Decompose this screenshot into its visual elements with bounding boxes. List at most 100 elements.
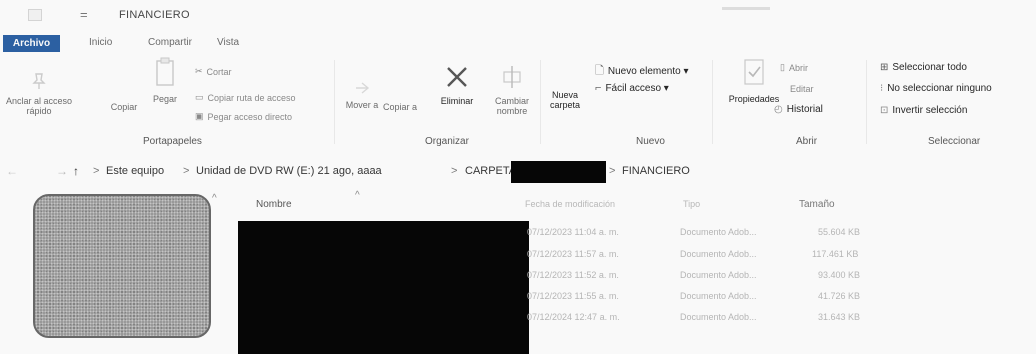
navigation-pane-obscured xyxy=(33,194,211,338)
delete-button[interactable]: Eliminar xyxy=(431,64,483,106)
sort-up-icon: ^ xyxy=(212,193,217,204)
paste-shortcut-label: Pegar acceso directo xyxy=(207,111,293,122)
back-arrow-icon[interactable]: ← xyxy=(6,164,18,178)
invert-selection-label: Invertir selección xyxy=(892,105,968,116)
new-item-button[interactable]: 🗋 Nuevo elemento ▾ xyxy=(595,62,688,81)
new-folder-button[interactable]: Nueva carpeta xyxy=(545,90,585,110)
ribbon: Anclar al acceso rápido Copiar Pegar ✂ Co… xyxy=(0,56,1036,150)
select-none-icon: ⁝ xyxy=(880,83,884,94)
easy-access-label: Fácil acceso ▾ xyxy=(605,82,669,94)
cut-button[interactable]: ✂ Cortar xyxy=(195,66,232,77)
ribbon-tabs: Archivo Inicio Compartir Vista xyxy=(0,33,1036,55)
easy-access-icon: ⌐ xyxy=(595,82,602,94)
clipboard-icon xyxy=(156,57,174,86)
open-button[interactable]: ▯ Abrir xyxy=(780,62,808,73)
open-label: Abrir xyxy=(788,62,808,73)
group-divider xyxy=(866,60,867,144)
cut-label: Cortar xyxy=(206,66,232,77)
copy-to-label: Copiar a xyxy=(382,102,418,112)
row-type: Documento Adob... xyxy=(680,270,757,280)
pin-icon xyxy=(32,73,46,89)
move-to-icon xyxy=(356,82,370,94)
address-bar[interactable]: ← → ↑ > Este equipo > Unidad de DVD RW (… xyxy=(0,158,1036,184)
history-label: Historial xyxy=(786,104,823,115)
row-date: 07/12/2023 11:04 a. m. xyxy=(527,227,619,237)
copy-path-icon: ▭ xyxy=(195,92,204,102)
select-none-button[interactable]: ⁝ No seleccionar ninguno xyxy=(880,83,992,94)
folder-icon[interactable] xyxy=(28,9,42,21)
group-divider xyxy=(540,60,541,144)
row-type: Documento Adob... xyxy=(680,227,757,237)
edit-button[interactable]: Editar xyxy=(790,84,814,94)
scissors-icon: ✂ xyxy=(195,66,203,76)
tab-archivo[interactable]: Archivo xyxy=(3,35,60,52)
row-size: 55.604 KB xyxy=(818,227,861,237)
copy-to-button[interactable]: Copiar a xyxy=(380,102,420,112)
invert-selection-icon: ⊡ xyxy=(880,105,889,116)
quick-access-dropdown[interactable]: = xyxy=(80,7,88,22)
delete-label: Eliminar xyxy=(440,96,474,106)
copy-path-label: Copiar ruta de acceso xyxy=(207,92,296,103)
breadcrumb-financiero[interactable]: FINANCIERO xyxy=(622,165,690,177)
row-type: Documento Adob... xyxy=(680,312,757,322)
sort-caret-icon: ^ xyxy=(355,190,360,201)
paste-shortcut-icon: ▣ xyxy=(195,111,204,121)
move-to-button[interactable]: Mover a xyxy=(341,82,383,110)
row-type: Documento Adob... xyxy=(680,291,757,301)
paste-button[interactable]: Pegar xyxy=(144,56,186,104)
new-item-label: Nuevo elemento ▾ xyxy=(607,66,689,77)
select-all-button[interactable]: ⊞ Seleccionar todo xyxy=(880,62,967,73)
group-divider xyxy=(712,60,713,144)
breadcrumb-carpeta[interactable]: CARPETA xyxy=(465,165,516,177)
paste-shortcut-button[interactable]: ▣ Pegar acceso directo xyxy=(195,111,292,122)
copy-path-button[interactable]: ▭ Copiar ruta de acceso xyxy=(195,92,296,103)
row-date: 07/12/2023 11:57 a. m. xyxy=(527,249,619,259)
row-date: 07/12/2023 11:55 a. m. xyxy=(527,291,619,301)
row-size: 41.726 KB xyxy=(818,291,861,301)
properties-check-icon xyxy=(744,59,764,85)
group-label-seleccionar: Seleccionar xyxy=(928,136,981,147)
tab-vista[interactable]: Vista xyxy=(217,37,239,48)
easy-access-button[interactable]: ⌐ Fácil acceso ▾ xyxy=(595,82,669,94)
column-header-nombre[interactable]: Nombre xyxy=(256,199,292,210)
tab-compartir[interactable]: Compartir xyxy=(148,37,192,48)
breadcrumb-este-equipo[interactable]: Este equipo xyxy=(106,165,164,177)
rename-icon xyxy=(503,66,521,88)
copy-label: Copiar xyxy=(110,102,138,112)
properties-label: Propiedades xyxy=(728,94,780,104)
column-header-tamano[interactable]: Tamaño xyxy=(799,199,835,210)
redaction-block xyxy=(511,161,606,183)
paste-label: Pegar xyxy=(152,94,178,104)
new-folder-label: Nueva carpeta xyxy=(549,90,581,110)
column-header-tipo[interactable]: Tipo xyxy=(683,199,700,209)
group-label-organizar: Organizar xyxy=(425,136,469,147)
open-icon: ▯ xyxy=(780,62,785,72)
row-size: 93.400 KB xyxy=(818,270,861,280)
row-type: Documento Adob... xyxy=(680,249,757,259)
tab-inicio[interactable]: Inicio xyxy=(89,37,112,48)
select-all-icon: ⊞ xyxy=(880,62,889,73)
invert-selection-button[interactable]: ⊡ Invertir selección xyxy=(880,105,967,116)
breadcrumb-separator: > xyxy=(183,165,190,177)
row-date: 07/12/2023 11:52 a. m. xyxy=(527,270,619,280)
window-title: FINANCIERO xyxy=(119,9,190,21)
title-bar: = FINANCIERO xyxy=(0,0,1036,32)
group-label-nuevo: Nuevo xyxy=(636,136,665,147)
redaction-block xyxy=(238,221,529,354)
new-item-icon: 🗋 xyxy=(595,65,604,77)
group-label-portapapeles: Portapapeles xyxy=(143,136,202,147)
pin-quick-access-button[interactable]: Anclar al acceso rápido xyxy=(4,72,74,116)
breadcrumb-dvd-drive[interactable]: Unidad de DVD RW (E:) 21 ago, aaaa xyxy=(196,165,382,177)
window-controls[interactable] xyxy=(722,7,770,10)
rename-label: Cambiar nombre xyxy=(494,96,529,116)
rename-button[interactable]: Cambiar nombre xyxy=(490,64,534,116)
copy-button[interactable]: Copiar xyxy=(106,102,142,112)
history-button[interactable]: ◴ Historial xyxy=(774,104,823,115)
forward-arrow-icon[interactable]: → xyxy=(56,164,68,178)
up-arrow-icon[interactable]: ↑ xyxy=(73,164,79,178)
pin-quick-access-label: Anclar al acceso rápido xyxy=(5,96,73,116)
select-none-label: No seleccionar ninguno xyxy=(887,83,992,94)
breadcrumb-separator: > xyxy=(93,165,100,177)
row-size: 31.643 KB xyxy=(818,312,861,322)
column-header-fecha[interactable]: Fecha de modificación xyxy=(525,199,615,209)
